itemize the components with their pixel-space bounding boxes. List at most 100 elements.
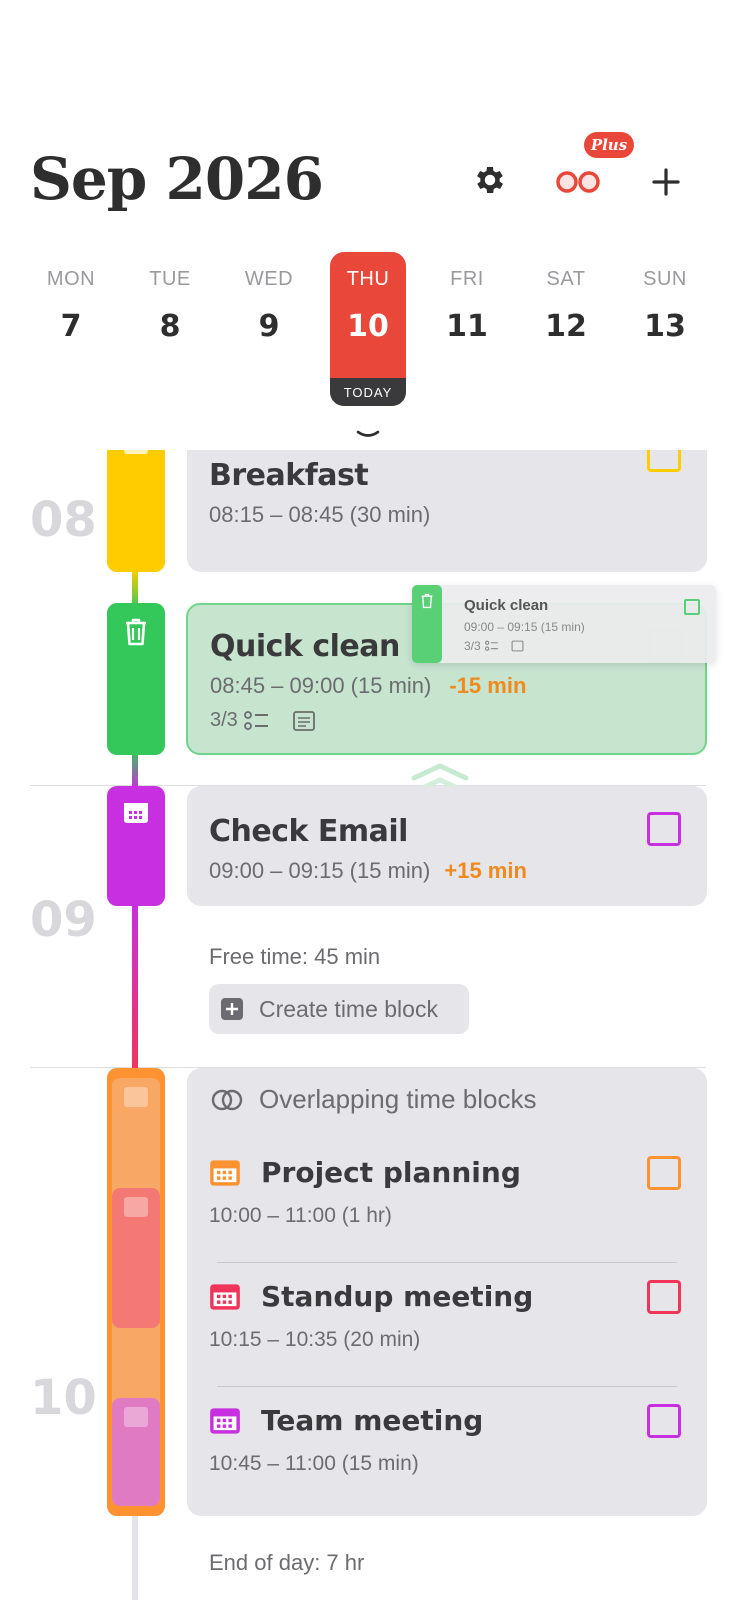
event-time: 08:15 – 08:45 (30 min) bbox=[209, 502, 431, 527]
day-number: 10 bbox=[347, 309, 389, 344]
event-title: Project planning bbox=[261, 1156, 521, 1189]
hour-label-08: 08 bbox=[30, 492, 97, 548]
day-sun[interactable]: SUN 13 bbox=[627, 252, 703, 344]
calendar-icon bbox=[210, 1407, 240, 1434]
day-name: FRI bbox=[450, 268, 484, 290]
timeline-connector bbox=[132, 1515, 138, 1600]
event-title: Check Email bbox=[209, 814, 408, 849]
overlap-item-title-row: Standup meeting bbox=[209, 1280, 533, 1313]
notes-icon bbox=[511, 640, 524, 652]
overlap-item-title-row: Project planning bbox=[209, 1156, 521, 1189]
day-number: 7 bbox=[60, 309, 82, 344]
calendar-icon bbox=[210, 1283, 240, 1310]
hour-label-09: 09 bbox=[30, 892, 97, 948]
event-title: Breakfast bbox=[209, 458, 369, 493]
day-number: 9 bbox=[258, 309, 280, 344]
timeline-connector bbox=[132, 750, 138, 790]
event-time: 08:45 – 09:00 (15 min) bbox=[210, 673, 432, 698]
event-title: Quick clean bbox=[210, 629, 400, 664]
today-label: TODAY bbox=[330, 378, 406, 406]
hour-label-10: 10 bbox=[30, 1370, 97, 1426]
drag-preview-title: Quick clean bbox=[464, 597, 549, 614]
team-meeting-bar[interactable] bbox=[112, 1398, 160, 1506]
complete-checkbox[interactable] bbox=[647, 812, 681, 846]
focus-mode-button[interactable] bbox=[552, 162, 604, 202]
overlap-item[interactable]: Project planning 10:00 – 11:00 (1 hr) bbox=[209, 1156, 685, 1256]
calendar-icon bbox=[124, 1407, 148, 1427]
event-time: 10:15 – 10:35 (20 min) bbox=[209, 1328, 421, 1351]
overlap-header-label: Overlapping time blocks bbox=[259, 1084, 537, 1114]
event-title: Team meeting bbox=[261, 1404, 484, 1437]
month-title[interactable]: Sep 2026 bbox=[30, 145, 324, 213]
event-meta-row: 3/3 bbox=[210, 709, 316, 732]
day-number: 8 bbox=[159, 309, 181, 344]
day-name: SAT bbox=[546, 268, 586, 290]
overlap-item-title-row: Team meeting bbox=[209, 1404, 483, 1437]
event-time-row: 08:45 – 09:00 (15 min) -15 min bbox=[210, 673, 526, 699]
day-name: WED bbox=[244, 268, 294, 290]
standup-meeting-bar[interactable] bbox=[112, 1188, 160, 1328]
day-thu-today[interactable]: THU 10 TODAY bbox=[330, 252, 406, 406]
checklist-count: 3/3 bbox=[464, 639, 481, 653]
glasses-icon bbox=[556, 171, 600, 193]
complete-checkbox[interactable] bbox=[647, 1156, 681, 1190]
drag-preview-bar bbox=[412, 585, 442, 663]
complete-checkbox[interactable] bbox=[647, 1404, 681, 1438]
day-sat[interactable]: SAT 12 bbox=[528, 252, 604, 344]
end-of-day-label: End of day: 7 hr bbox=[209, 1550, 365, 1575]
day-tue[interactable]: TUE 8 bbox=[132, 252, 208, 344]
complete-checkbox[interactable] bbox=[647, 450, 681, 472]
check-email-bar[interactable] bbox=[107, 786, 165, 906]
timeline[interactable]: 08 09 10 Breakfast 08:15 – 08:45 (30 min… bbox=[0, 450, 736, 1600]
event-time: 10:45 – 11:00 (15 min) bbox=[209, 1452, 419, 1475]
expand-week-handle[interactable] bbox=[354, 428, 382, 442]
plus-icon bbox=[652, 168, 680, 196]
create-time-block-button[interactable]: Create time block bbox=[209, 984, 469, 1034]
event-time: 10:00 – 11:00 (1 hr) bbox=[209, 1204, 392, 1227]
event-time-row: 09:00 – 09:15 (15 min) +15 min bbox=[209, 858, 527, 884]
complete-checkbox[interactable] bbox=[647, 1280, 681, 1314]
event-title: Standup meeting bbox=[261, 1280, 534, 1313]
calendar-icon bbox=[124, 1087, 148, 1107]
day-name: THU bbox=[346, 268, 390, 290]
free-time-label: Free time: 45 min bbox=[209, 944, 381, 969]
chevron-down-icon bbox=[356, 430, 380, 437]
day-mon[interactable]: MON 7 bbox=[33, 252, 109, 344]
day-number: 12 bbox=[545, 309, 587, 344]
item-divider bbox=[217, 1262, 677, 1263]
plus-square-icon bbox=[221, 998, 243, 1020]
drag-preview-time: 09:00 – 09:15 (15 min) bbox=[464, 620, 585, 634]
quick-clean-bar[interactable] bbox=[107, 603, 165, 755]
calendar-icon bbox=[210, 1159, 240, 1186]
breakfast-card[interactable]: Breakfast 08:15 – 08:45 (30 min) bbox=[187, 450, 707, 572]
check-email-card[interactable]: Check Email 09:00 – 09:15 (15 min) +15 m… bbox=[187, 786, 707, 906]
calendar-icon bbox=[124, 1197, 148, 1217]
overlap-icon bbox=[211, 1089, 243, 1110]
checklist-count: 3/3 bbox=[210, 709, 238, 731]
day-fri[interactable]: FRI 11 bbox=[429, 252, 505, 344]
plus-badge: Plus bbox=[584, 132, 634, 158]
checklist-icon bbox=[243, 710, 268, 730]
overlap-item[interactable]: Team meeting 10:45 – 11:00 (15 min) bbox=[209, 1404, 685, 1504]
settings-button[interactable] bbox=[470, 160, 510, 200]
create-time-block-label: Create time block bbox=[259, 995, 438, 1022]
checklist-icon bbox=[484, 640, 498, 651]
gear-icon bbox=[477, 166, 504, 194]
overlap-item[interactable]: Standup meeting 10:15 – 10:35 (20 min) bbox=[209, 1280, 685, 1380]
drag-preview-meta: 3/3 bbox=[464, 639, 524, 653]
day-name: TUE bbox=[149, 268, 191, 290]
overlap-header: Overlapping time blocks bbox=[211, 1084, 536, 1115]
drag-preview[interactable]: Quick clean 09:00 – 09:15 (15 min) 3/3 bbox=[412, 585, 716, 663]
notes-icon bbox=[292, 710, 315, 731]
day-number: 11 bbox=[446, 309, 488, 344]
trash-icon bbox=[126, 618, 146, 646]
day-number: 13 bbox=[644, 309, 686, 344]
event-time: 09:00 – 09:15 (15 min) bbox=[209, 858, 431, 883]
day-name: SUN bbox=[643, 268, 687, 290]
time-delta: -15 min bbox=[449, 673, 527, 698]
breakfast-bar[interactable] bbox=[107, 450, 165, 572]
overlap-card[interactable]: Overlapping time blocks Project planning… bbox=[187, 1068, 707, 1516]
day-wed[interactable]: WED 9 bbox=[231, 252, 307, 344]
drag-preview-checkbox bbox=[684, 599, 700, 615]
add-button[interactable] bbox=[646, 162, 686, 202]
